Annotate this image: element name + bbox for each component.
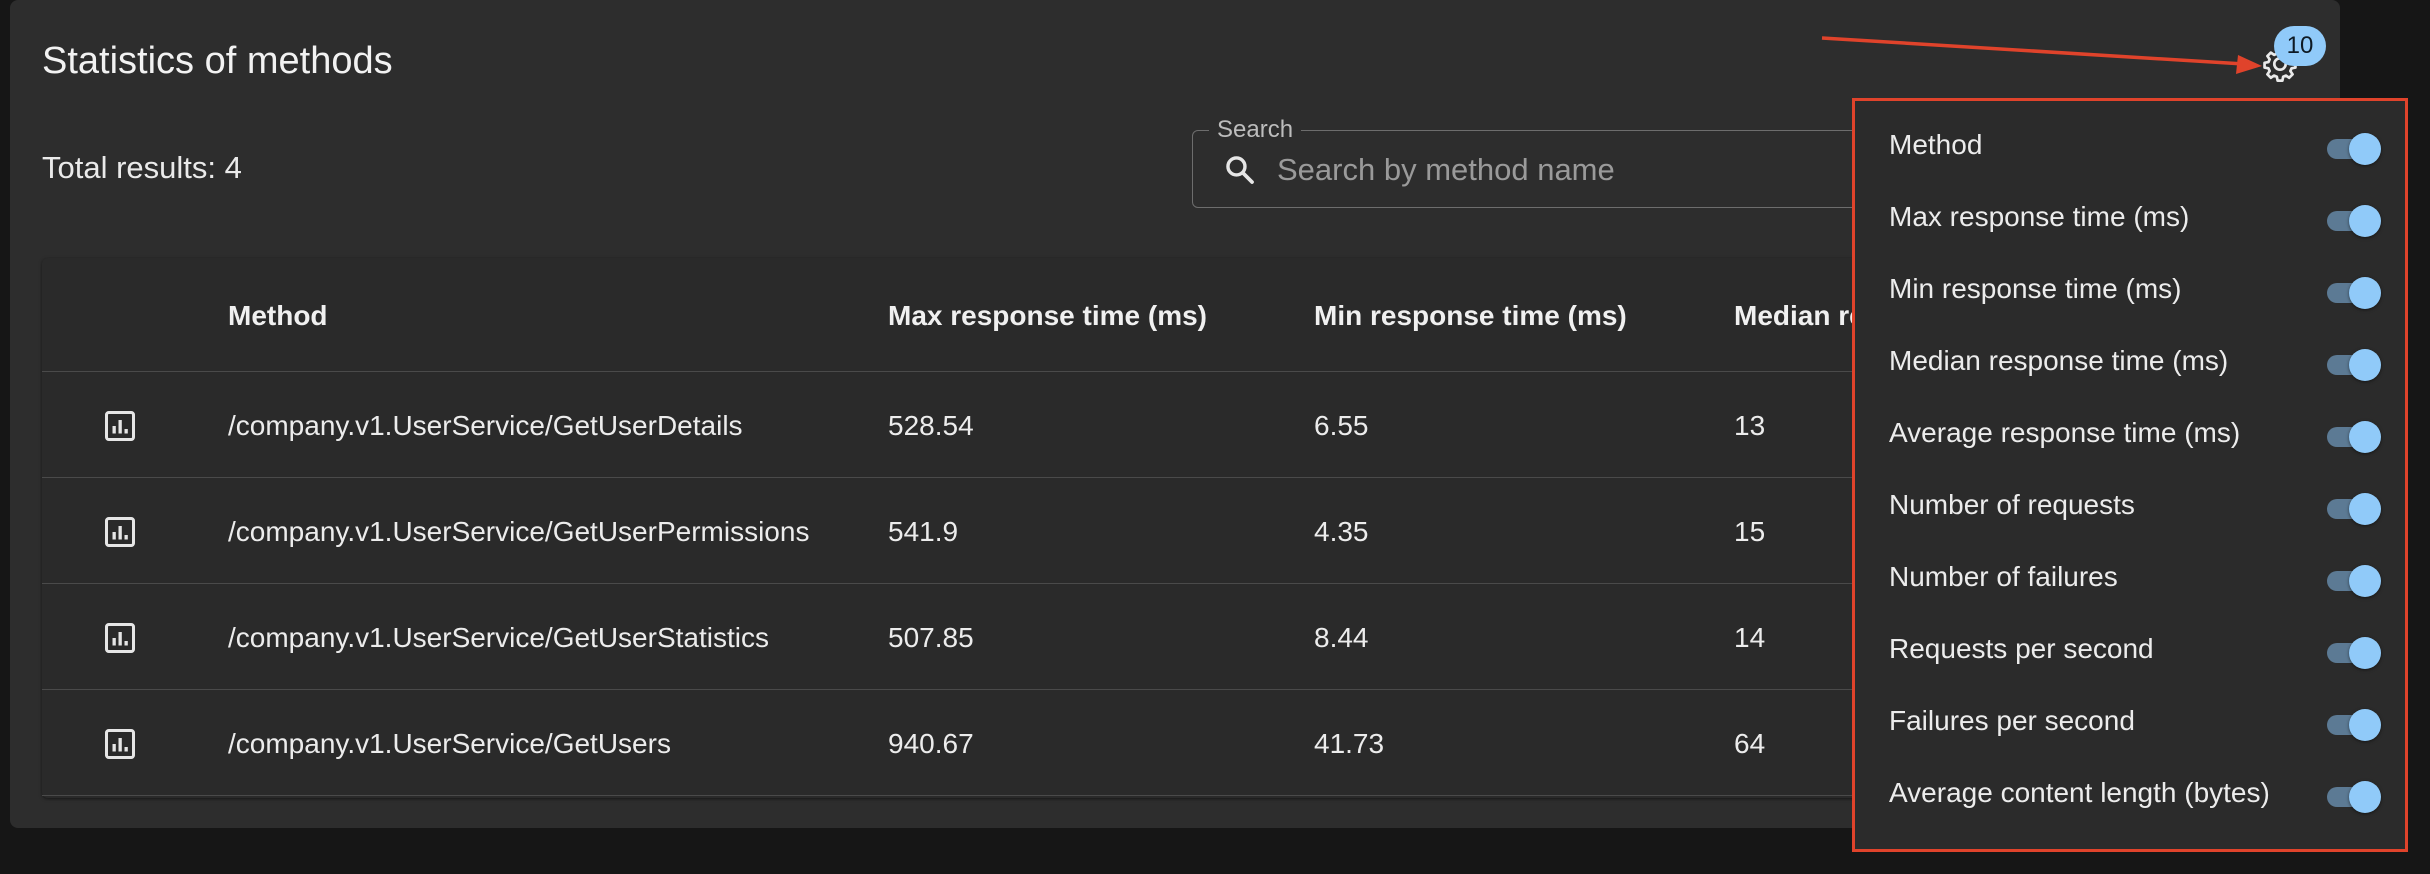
column-visibility-panel: Method Max response time (ms) Min respon… [1852, 98, 2408, 852]
column-toggle-requests-per-second[interactable]: Requests per second [1855, 613, 2405, 685]
cell-method: /company.v1.UserService/GetUsers [228, 728, 671, 759]
cell-min: 8.44 [1314, 622, 1369, 653]
column-header-median-response[interactable]: Median re [1734, 300, 1865, 332]
cell-median: 13 [1734, 410, 1766, 441]
cell-median: 14 [1734, 622, 1766, 653]
toggle-switch[interactable] [2325, 487, 2383, 527]
table-row: /company.v1.UserService/GetUserDetails 5… [42, 372, 2092, 478]
column-toggle-label: Number of failures [1889, 561, 2118, 592]
toggle-switch[interactable] [2325, 199, 2383, 239]
column-toggle-average-content-length[interactable]: Average content length (bytes) [1855, 757, 2405, 829]
column-toggle-label: Average response time (ms) [1889, 417, 2241, 448]
table-header-row: Method Max response time (ms) Min respon… [42, 258, 2092, 372]
column-toggle-label: Requests per second [1889, 633, 2154, 664]
toggle-switch[interactable] [2325, 631, 2383, 671]
cell-method: /company.v1.UserService/GetUserPermissio… [228, 516, 810, 547]
search-label: Search [1209, 116, 1302, 144]
methods-table: Method Max response time (ms) Min respon… [42, 258, 2092, 798]
cell-median: 15 [1734, 516, 1766, 547]
total-results: Total results: 4 [42, 150, 242, 185]
toggle-switch[interactable] [2325, 127, 2383, 167]
cell-method: /company.v1.UserService/GetUserDetails [228, 410, 743, 441]
toggle-switch[interactable] [2325, 415, 2383, 455]
cell-max: 940.67 [888, 728, 974, 759]
count-badge: 10 [2274, 26, 2326, 66]
column-toggle-max-response[interactable]: Max response time (ms) [1855, 181, 2405, 253]
column-toggle-average-response[interactable]: Average response time (ms) [1855, 397, 2405, 469]
column-toggle-method[interactable]: Method [1855, 109, 2405, 181]
page-title: Statistics of methods [42, 40, 393, 82]
table-row: /company.v1.UserService/GetUserStatistic… [42, 584, 2092, 690]
column-toggle-min-response[interactable]: Min response time (ms) [1855, 253, 2405, 325]
cell-min: 41.73 [1314, 728, 1385, 759]
cell-max: 507.85 [888, 622, 974, 653]
table-row: /company.v1.UserService/GetUsers 940.67 … [42, 690, 2092, 796]
bar-chart-icon[interactable] [102, 408, 138, 444]
column-toggle-label: Method [1889, 129, 1983, 160]
column-header-method[interactable]: Method [228, 300, 328, 332]
column-toggle-median-response[interactable]: Median response time (ms) [1855, 325, 2405, 397]
bar-chart-icon[interactable] [102, 514, 138, 550]
cell-min: 4.35 [1314, 516, 1369, 547]
column-toggle-number-of-failures[interactable]: Number of failures [1855, 541, 2405, 613]
column-toggle-label: Median response time (ms) [1889, 345, 2229, 376]
toggle-switch[interactable] [2325, 703, 2383, 743]
column-toggle-failures-per-second[interactable]: Failures per second [1855, 685, 2405, 757]
toggle-switch[interactable] [2325, 271, 2383, 311]
search-icon [1226, 156, 1254, 184]
cell-method: /company.v1.UserService/GetUserStatistic… [228, 622, 769, 653]
cell-max: 541.9 [888, 516, 959, 547]
column-toggle-label: Failures per second [1889, 705, 2135, 736]
cell-median: 64 [1734, 728, 1766, 759]
cell-max: 528.54 [888, 410, 974, 441]
toggle-switch[interactable] [2325, 775, 2383, 815]
column-toggle-label: Max response time (ms) [1889, 201, 2190, 232]
column-toggle-label: Number of requests [1889, 489, 2135, 520]
bar-chart-icon[interactable] [102, 620, 138, 656]
column-header-min-response[interactable]: Min response time (ms) [1314, 300, 1627, 332]
column-toggle-label: Average content length (bytes) [1889, 777, 2270, 808]
column-toggle-number-of-requests[interactable]: Number of requests [1855, 469, 2405, 541]
toggle-switch[interactable] [2325, 343, 2383, 383]
cell-min: 6.55 [1314, 410, 1369, 441]
table-row: /company.v1.UserService/GetUserPermissio… [42, 478, 2092, 584]
toggle-switch[interactable] [2325, 559, 2383, 599]
column-header-max-response[interactable]: Max response time (ms) [888, 300, 1207, 332]
bar-chart-icon[interactable] [102, 726, 138, 762]
column-toggle-label: Min response time (ms) [1889, 273, 2182, 304]
